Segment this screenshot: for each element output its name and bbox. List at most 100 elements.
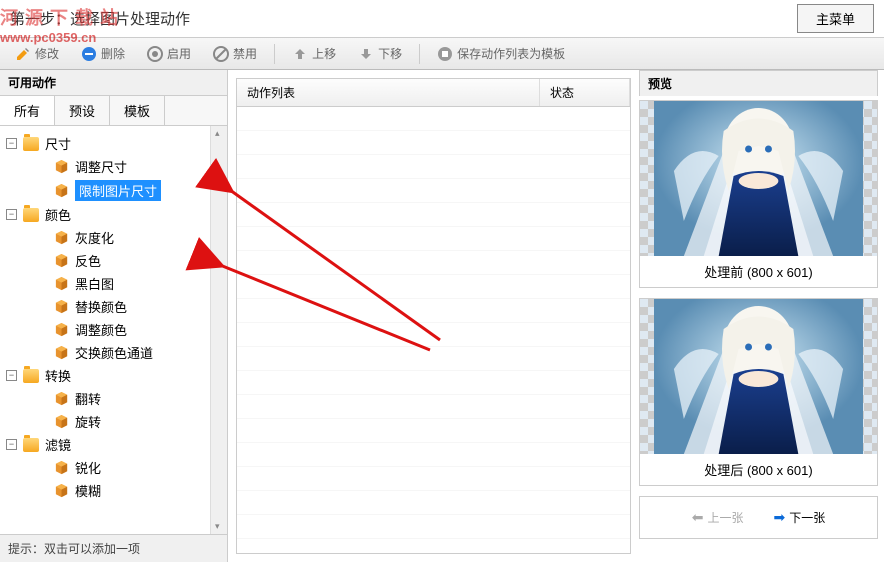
anime-illustration [654, 101, 863, 256]
cube-icon [54, 483, 69, 498]
item-label: 替换颜色 [75, 297, 127, 316]
move-up-button[interactable]: 上移 [283, 41, 345, 66]
preview-before-box: 处理前 (800 x 601) [639, 100, 878, 288]
app-header: 第一步：选择图片处理动作 主菜单 [0, 0, 884, 38]
arrow-down-icon [358, 46, 374, 62]
collapse-icon[interactable]: − [6, 138, 17, 149]
move-down-button[interactable]: 下移 [349, 41, 411, 66]
preview-after-box: 处理后 (800 x 601) [639, 298, 878, 486]
move-down-label: 下移 [378, 45, 402, 62]
enable-icon [147, 46, 163, 62]
cube-icon [54, 322, 69, 337]
cube-icon [54, 159, 69, 174]
col-action[interactable]: 动作列表 [237, 79, 540, 106]
cube-icon [54, 230, 69, 245]
toolbar-separator [274, 44, 275, 64]
delete-icon [81, 46, 97, 62]
folder-icon [23, 208, 39, 222]
item-label: 锐化 [75, 458, 101, 477]
prev-image-button[interactable]: ⬅ 上一张 [683, 505, 753, 530]
tree-item[interactable]: 替换颜色 [4, 295, 223, 318]
cube-icon [54, 391, 69, 406]
toolbar: 修改 删除 启用 禁用 上移 下移 保存动作列表为模板 [0, 38, 884, 70]
step-title: 第一步：选择图片处理动作 [10, 8, 190, 29]
toolbar-separator [419, 44, 420, 64]
edit-label: 修改 [35, 45, 59, 62]
tree-item[interactable]: 灰度化 [4, 226, 223, 249]
tab-template[interactable]: 模板 [110, 96, 165, 125]
folder-label: 转换 [45, 366, 71, 385]
tree-item[interactable]: 调整颜色 [4, 318, 223, 341]
folder-label: 尺寸 [45, 134, 71, 153]
folder-icon [23, 369, 39, 383]
preview-after-image [640, 299, 877, 454]
cube-icon [54, 460, 69, 475]
item-label: 调整尺寸 [75, 157, 127, 176]
cube-icon [54, 276, 69, 291]
collapse-icon[interactable]: − [6, 439, 17, 450]
action-tree: − 尺寸 调整尺寸 限制图片尺寸 − 颜色 灰度化 反色 黑白图 替换颜色 调整… [0, 126, 227, 534]
hint-bar: 提示：双击可以添加一项 [0, 534, 227, 562]
tree-folder[interactable]: − 滤镜 [4, 433, 223, 456]
tree-folder[interactable]: − 转换 [4, 364, 223, 387]
enable-label: 启用 [167, 45, 191, 62]
preview-panel: 预览 [639, 70, 884, 562]
item-label: 旋转 [75, 412, 101, 431]
list-body[interactable] [237, 107, 630, 553]
main-menu-button[interactable]: 主菜单 [797, 4, 874, 33]
disable-button[interactable]: 禁用 [204, 41, 266, 66]
folder-icon [23, 438, 39, 452]
item-label: 交换颜色通道 [75, 343, 153, 362]
tree-item[interactable]: 黑白图 [4, 272, 223, 295]
tree-folder[interactable]: − 颜色 [4, 203, 223, 226]
list-header: 动作列表 状态 [237, 79, 630, 107]
item-label: 翻转 [75, 389, 101, 408]
tree-scrollbar[interactable] [210, 126, 227, 534]
tree-item[interactable]: 调整尺寸 [4, 155, 223, 178]
available-actions-header: 可用动作 [0, 70, 227, 96]
tree-item[interactable]: 锐化 [4, 456, 223, 479]
cube-icon [54, 299, 69, 314]
arrow-up-icon [292, 46, 308, 62]
tree-folder[interactable]: − 尺寸 [4, 132, 223, 155]
tree-item[interactable]: 模糊 [4, 479, 223, 502]
edit-button[interactable]: 修改 [6, 41, 68, 66]
folder-label: 颜色 [45, 205, 71, 224]
delete-button[interactable]: 删除 [72, 41, 134, 66]
tab-all[interactable]: 所有 [0, 96, 55, 125]
preview-before-caption: 处理前 (800 x 601) [640, 256, 877, 287]
body-area: 可用动作 所有 预设 模板 − 尺寸 调整尺寸 限制图片尺寸 − 颜色 灰度化 … [0, 70, 884, 562]
item-label: 限制图片尺寸 [75, 180, 161, 201]
enable-button[interactable]: 启用 [138, 41, 200, 66]
item-label: 反色 [75, 251, 101, 270]
save-template-button[interactable]: 保存动作列表为模板 [428, 41, 574, 66]
tab-preset[interactable]: 预设 [55, 96, 110, 125]
left-panel: 可用动作 所有 预设 模板 − 尺寸 调整尺寸 限制图片尺寸 − 颜色 灰度化 … [0, 70, 228, 562]
next-image-button[interactable]: ➡ 下一张 [765, 505, 835, 530]
save-icon [437, 46, 453, 62]
save-template-label: 保存动作列表为模板 [457, 45, 565, 62]
item-label: 调整颜色 [75, 320, 127, 339]
tree-item[interactable]: 交换颜色通道 [4, 341, 223, 364]
cube-icon [54, 414, 69, 429]
collapse-icon[interactable]: − [6, 209, 17, 220]
anime-illustration [654, 299, 863, 454]
preview-header: 预览 [639, 70, 878, 96]
collapse-icon[interactable]: − [6, 370, 17, 381]
folder-label: 滤镜 [45, 435, 71, 454]
tree-item[interactable]: 旋转 [4, 410, 223, 433]
tree-item[interactable]: 翻转 [4, 387, 223, 410]
arrow-right-icon: ➡ [774, 509, 786, 526]
action-list-panel: 动作列表 状态 [236, 78, 631, 554]
disable-icon [213, 46, 229, 62]
col-status[interactable]: 状态 [540, 79, 630, 106]
tree-item[interactable]: 反色 [4, 249, 223, 272]
move-up-label: 上移 [312, 45, 336, 62]
tree-item[interactable]: 限制图片尺寸 [4, 178, 223, 203]
preview-before-image [640, 101, 877, 256]
action-tabs: 所有 预设 模板 [0, 96, 227, 126]
item-label: 黑白图 [75, 274, 114, 293]
delete-label: 删除 [101, 45, 125, 62]
cube-icon [54, 253, 69, 268]
folder-icon [23, 137, 39, 151]
